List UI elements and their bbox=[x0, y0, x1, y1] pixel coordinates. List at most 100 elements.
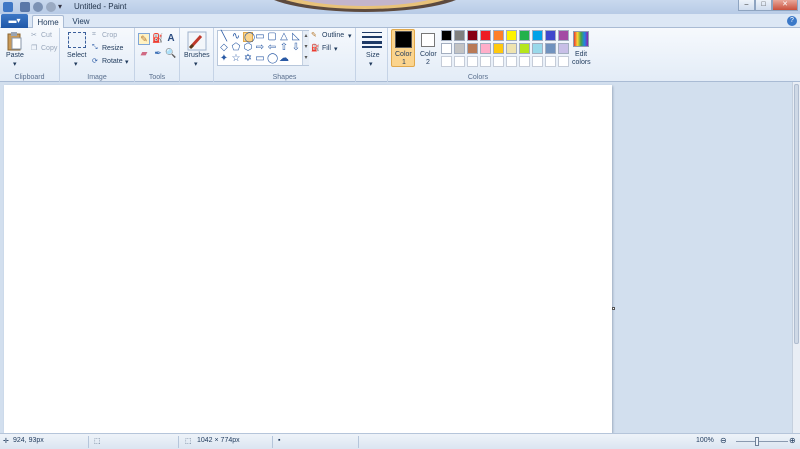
size-icon[interactable] bbox=[362, 32, 382, 48]
palette-swatch[interactable] bbox=[454, 43, 465, 54]
undo-icon[interactable] bbox=[33, 2, 43, 12]
palette-swatch[interactable] bbox=[519, 43, 530, 54]
palette-swatch[interactable] bbox=[454, 56, 465, 67]
shape-option[interactable]: ⬠ bbox=[231, 43, 241, 53]
select-icon[interactable] bbox=[68, 32, 86, 48]
shape-option[interactable]: ⇦ bbox=[267, 43, 277, 53]
text-tool-icon[interactable]: A bbox=[165, 33, 177, 45]
palette-swatch[interactable] bbox=[480, 30, 491, 41]
shape-option[interactable]: △ bbox=[279, 32, 289, 42]
save-icon[interactable] bbox=[20, 2, 30, 12]
edit-colors-label[interactable]: Edit bbox=[575, 51, 587, 58]
help-icon[interactable]: ? bbox=[787, 16, 797, 26]
paste-icon[interactable] bbox=[7, 31, 23, 51]
palette-swatch[interactable] bbox=[493, 30, 504, 41]
shape-option[interactable]: ⇩ bbox=[291, 43, 301, 53]
vertical-scrollbar[interactable] bbox=[792, 82, 800, 433]
palette-swatch[interactable] bbox=[480, 43, 491, 54]
tab-home[interactable]: Home bbox=[32, 15, 64, 29]
cut-button[interactable]: Cut bbox=[41, 32, 52, 39]
customize-icon[interactable]: ▾ bbox=[58, 2, 65, 12]
paste-dropdown-icon[interactable]: ▾ bbox=[13, 60, 17, 68]
palette-swatch[interactable] bbox=[532, 30, 543, 41]
scrollbar-thumb[interactable] bbox=[794, 84, 799, 344]
magnifier-icon[interactable]: 🔍 bbox=[165, 48, 177, 60]
canvas-resize-handle[interactable] bbox=[612, 307, 615, 310]
zoom-in-icon[interactable]: ⊕ bbox=[789, 436, 796, 445]
fill-bucket-icon[interactable]: ⛽ bbox=[152, 33, 164, 45]
paint-app-icon[interactable] bbox=[3, 2, 13, 12]
shape-option[interactable]: ☆ bbox=[231, 54, 241, 64]
palette-swatch[interactable] bbox=[558, 30, 569, 41]
palette-swatch[interactable] bbox=[558, 56, 569, 67]
file-menu-button[interactable]: ▬▾ bbox=[1, 14, 28, 28]
zoom-slider-thumb[interactable] bbox=[755, 437, 759, 446]
palette-swatch[interactable] bbox=[493, 43, 504, 54]
minimize-button[interactable]: – bbox=[738, 0, 755, 11]
palette-swatch[interactable] bbox=[480, 56, 491, 67]
shape-option[interactable]: ⬡ bbox=[243, 43, 253, 53]
palette-swatch[interactable] bbox=[493, 56, 504, 67]
palette-swatch[interactable] bbox=[545, 43, 556, 54]
shape-option[interactable]: ▢ bbox=[267, 32, 277, 42]
color2-swatch[interactable] bbox=[421, 33, 435, 47]
outline-dropdown-icon[interactable]: ▾ bbox=[348, 32, 352, 40]
palette-swatch[interactable] bbox=[558, 43, 569, 54]
shape-option[interactable]: ▭ bbox=[255, 32, 265, 42]
palette-swatch[interactable] bbox=[545, 30, 556, 41]
shape-option[interactable]: ◯ bbox=[267, 54, 278, 64]
shape-option[interactable]: ☁ bbox=[279, 54, 289, 64]
palette-swatch[interactable] bbox=[441, 43, 452, 54]
palette-swatch[interactable] bbox=[454, 30, 465, 41]
palette-swatch[interactable] bbox=[441, 56, 452, 67]
resize-button[interactable]: Resize bbox=[102, 45, 123, 52]
palette-swatch[interactable] bbox=[506, 30, 517, 41]
crop-button[interactable]: Crop bbox=[102, 32, 117, 39]
tab-view[interactable]: View bbox=[66, 15, 96, 29]
shape-option[interactable]: ∿ bbox=[231, 32, 241, 42]
shape-option[interactable]: ◺ bbox=[291, 32, 301, 42]
shape-option[interactable]: ◇ bbox=[219, 43, 229, 53]
close-button[interactable]: ✕ bbox=[772, 0, 798, 11]
shape-option[interactable]: ⇧ bbox=[279, 43, 289, 53]
edit-colors-label-2[interactable]: colors bbox=[572, 59, 591, 66]
palette-swatch[interactable] bbox=[467, 56, 478, 67]
shape-option[interactable]: ▭ bbox=[255, 54, 265, 64]
color1-swatch[interactable] bbox=[395, 31, 412, 48]
fill-button[interactable]: Fill bbox=[322, 45, 331, 52]
zoom-out-icon[interactable]: ⊖ bbox=[720, 436, 727, 445]
shape-option[interactable]: ✦ bbox=[219, 54, 229, 64]
palette-swatch[interactable] bbox=[506, 43, 517, 54]
outline-button[interactable]: Outline bbox=[322, 32, 344, 39]
shapes-scroll[interactable]: ▴ ▾ ▾ bbox=[302, 31, 309, 65]
paste-label[interactable]: Paste bbox=[6, 52, 24, 59]
select-label[interactable]: Select bbox=[67, 52, 86, 59]
maximize-button[interactable]: □ bbox=[755, 0, 772, 11]
brushes-label[interactable]: Brushes bbox=[184, 52, 210, 59]
shape-option[interactable]: ✡ bbox=[243, 54, 253, 64]
edit-colors-icon[interactable] bbox=[573, 31, 589, 47]
color-picker-icon[interactable]: ✒ bbox=[152, 48, 164, 60]
palette-swatch[interactable] bbox=[441, 30, 452, 41]
eraser-icon[interactable]: ▰ bbox=[138, 48, 150, 60]
size-dropdown-icon[interactable]: ▾ bbox=[369, 60, 373, 68]
shape-option[interactable]: ◯ bbox=[243, 32, 255, 43]
redo-icon[interactable] bbox=[46, 2, 56, 12]
fill-dropdown-icon[interactable]: ▾ bbox=[334, 45, 338, 53]
shape-option[interactable]: ⇨ bbox=[255, 43, 265, 53]
palette-swatch[interactable] bbox=[545, 56, 556, 67]
palette-swatch[interactable] bbox=[467, 30, 478, 41]
palette-swatch[interactable] bbox=[506, 56, 517, 67]
copy-button[interactable]: Copy bbox=[41, 45, 57, 52]
pencil-icon[interactable]: ✎ bbox=[138, 33, 150, 45]
size-label[interactable]: Size bbox=[366, 52, 380, 59]
zoom-slider-track[interactable] bbox=[736, 441, 788, 442]
palette-swatch[interactable] bbox=[532, 43, 543, 54]
rotate-dropdown-icon[interactable]: ▾ bbox=[125, 58, 129, 66]
palette-swatch[interactable] bbox=[532, 56, 543, 67]
select-dropdown-icon[interactable]: ▾ bbox=[74, 60, 78, 68]
shape-option[interactable]: ╲ bbox=[219, 32, 229, 42]
palette-swatch[interactable] bbox=[519, 56, 530, 67]
drawing-canvas[interactable] bbox=[4, 85, 612, 433]
palette-swatch[interactable] bbox=[519, 30, 530, 41]
